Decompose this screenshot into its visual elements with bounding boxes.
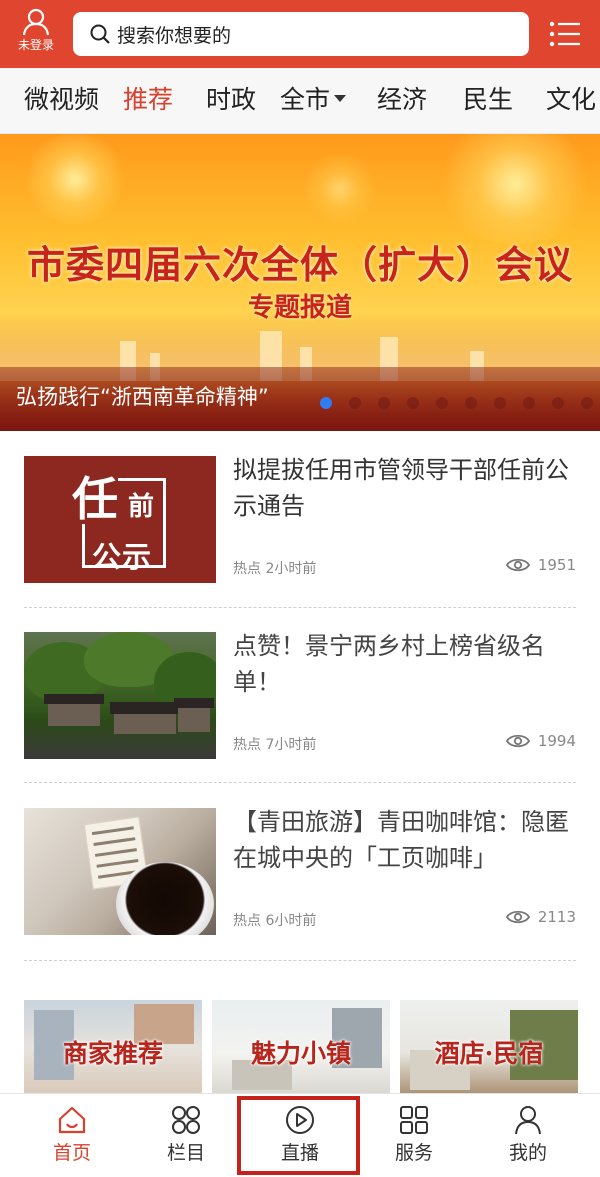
news-title[interactable]: 拟提拔任用市管领导干部任前公示通告 — [233, 452, 578, 524]
thumbnail-text-small: 前 — [128, 492, 155, 522]
carousel-dot[interactable] — [349, 397, 361, 409]
carousel-dot[interactable] — [581, 397, 593, 409]
tab-micro-video[interactable]: 微视频 — [24, 83, 99, 117]
user-icon — [22, 8, 50, 36]
news-tag: 热点 — [233, 913, 261, 929]
thumbnail-text-bottom: 公示 — [92, 540, 153, 574]
chevron-down-icon — [334, 94, 347, 102]
nav-home[interactable]: 首页 — [12, 1094, 132, 1177]
nav-services[interactable]: 服务 — [354, 1094, 474, 1177]
promo-label: 商家推荐 — [62, 1039, 163, 1068]
nav-columns[interactable]: 栏目 — [126, 1094, 246, 1177]
menu-icon — [549, 21, 580, 47]
menu-button[interactable] — [548, 18, 584, 50]
news-thumbnail — [24, 632, 216, 759]
news-time: 6小时前 — [265, 913, 317, 929]
category-tabs: 微视频 推荐 时政 全市 经济 民生 文化 — [0, 68, 600, 134]
eye-icon — [505, 558, 530, 572]
promo-hotels[interactable]: 酒店·民宿 — [400, 1000, 578, 1096]
eye-icon — [505, 734, 530, 748]
news-title[interactable]: 【青田旅游】青田咖啡馆：隐匿在城中央的「工页咖啡」 — [233, 804, 578, 876]
news-thumbnail: 任 前 公示 — [24, 456, 216, 583]
banner-carousel[interactable]: 市委四届六次全体（扩大）会议 专题报道 弘扬践行“浙西南革命精神” — [0, 134, 600, 431]
carousel-dot[interactable] — [523, 397, 535, 409]
banner-subtitle: 专题报道 — [247, 293, 352, 323]
search-icon — [90, 24, 110, 44]
news-item[interactable]: 点赞！景宁两乡村上榜省级名单！ 热点 7小时前 1994 — [0, 610, 600, 785]
promo-towns[interactable]: 魅力小镇 — [212, 1000, 390, 1096]
coffee-cup-image — [116, 862, 214, 935]
tab-economy[interactable]: 经济 — [377, 83, 427, 117]
tab-city-label: 全市 — [280, 85, 331, 114]
eye-icon — [505, 910, 530, 924]
divider — [24, 960, 576, 961]
banner-title: 市委四届六次全体（扩大）会议 — [26, 242, 573, 287]
search-placeholder: 搜索你想要的 — [117, 24, 232, 47]
app-header: 未登录 搜索你想要的 — [0, 0, 600, 68]
login-label: 未登录 — [17, 38, 54, 52]
search-bar[interactable]: 搜索你想要的 — [73, 12, 529, 56]
banner-caption: 弘扬践行“浙西南革命精神” — [16, 385, 269, 409]
carousel-dot[interactable] — [436, 397, 448, 409]
carousel-dot[interactable] — [320, 397, 332, 409]
news-item[interactable]: 【青田旅游】青田咖啡馆：隐匿在城中央的「工页咖啡」 热点 6小时前 2113 — [0, 786, 600, 961]
nav-label: 首页 — [52, 1142, 91, 1164]
tab-recommend[interactable]: 推荐 — [123, 83, 173, 117]
view-count: 2113 — [505, 908, 576, 926]
carousel-dot[interactable] — [465, 397, 477, 409]
news-time: 7小时前 — [265, 737, 317, 753]
tab-culture[interactable]: 文化 — [546, 83, 596, 117]
firework-decoration — [430, 134, 600, 244]
nav-label: 我的 — [508, 1142, 547, 1164]
news-time: 2小时前 — [265, 561, 317, 577]
view-count-value: 2113 — [537, 908, 576, 926]
apps-icon — [400, 1106, 428, 1134]
news-item[interactable]: 任 前 公示 拟提拔任用市管领导干部任前公示通告 热点 2小时前 1951 — [0, 434, 600, 609]
firework-decoration — [300, 154, 380, 224]
carousel-dot[interactable] — [378, 397, 390, 409]
news-meta: 热点 7小时前 — [233, 734, 316, 754]
carousel-dot[interactable] — [494, 397, 506, 409]
carousel-indicator — [320, 397, 593, 409]
news-thumbnail — [24, 808, 216, 935]
highlight-box — [237, 1096, 360, 1175]
carousel-dot[interactable] — [552, 397, 564, 409]
promo-merchants[interactable]: 商家推荐 — [24, 1000, 202, 1096]
view-count: 1994 — [505, 732, 576, 750]
promo-label: 魅力小镇 — [250, 1039, 351, 1068]
carousel-dot[interactable] — [407, 397, 419, 409]
news-meta: 热点 6小时前 — [233, 910, 316, 930]
view-count-value: 1951 — [537, 556, 576, 574]
divider — [24, 607, 576, 608]
login-button[interactable]: 未登录 — [8, 8, 64, 64]
nav-profile[interactable]: 我的 — [468, 1094, 588, 1177]
view-count: 1951 — [505, 556, 576, 574]
tab-politics[interactable]: 时政 — [206, 83, 256, 117]
divider — [24, 782, 576, 783]
nav-label: 服务 — [394, 1142, 433, 1164]
firework-decoration — [20, 134, 130, 224]
news-title[interactable]: 点赞！景宁两乡村上榜省级名单！ — [233, 628, 578, 700]
thumbnail-text-big: 任 — [72, 472, 118, 526]
profile-icon — [515, 1106, 541, 1135]
nav-label: 栏目 — [166, 1142, 205, 1164]
news-meta: 热点 2小时前 — [233, 558, 316, 578]
promo-label: 酒店·民宿 — [434, 1039, 544, 1068]
tab-livelihood[interactable]: 民生 — [463, 83, 513, 117]
home-icon — [58, 1106, 86, 1134]
grid-circles-icon — [172, 1106, 200, 1134]
tab-city[interactable]: 全市 — [280, 83, 347, 117]
news-tag: 热点 — [233, 737, 261, 753]
view-count-value: 1994 — [537, 732, 576, 750]
news-tag: 热点 — [233, 561, 261, 577]
